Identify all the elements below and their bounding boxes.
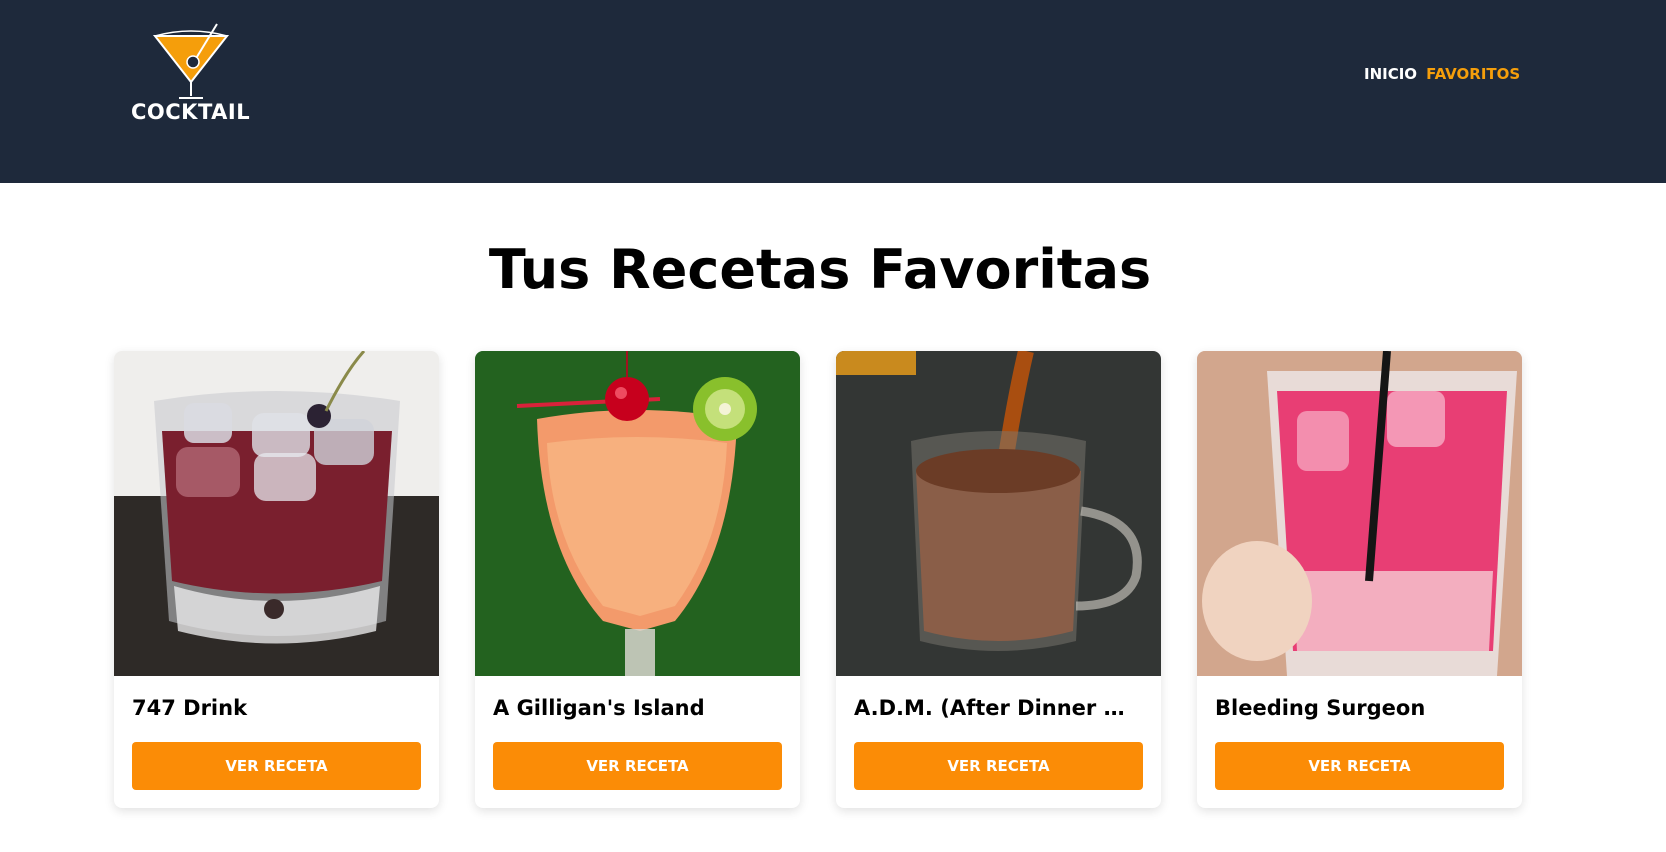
recipe-title: A.D.M. (After Dinner Mint) <box>854 696 1143 720</box>
page-title: Tus Recetas Favoritas <box>488 238 1152 301</box>
recipe-card: Bleeding Surgeon VER RECETA <box>1197 351 1522 808</box>
ver-receta-button[interactable]: VER RECETA <box>132 742 421 790</box>
recipe-title: 747 Drink <box>132 696 248 720</box>
nav-link-favoritos[interactable]: FAVORITOS <box>1426 65 1520 83</box>
logo[interactable]: COCKTAIL <box>131 22 251 128</box>
favorites-grid: 747 Drink VER RECETA A Gilligan's Island… <box>114 351 1522 808</box>
drink-image <box>114 351 439 676</box>
cocktail-glass-icon <box>152 23 230 99</box>
recipe-title: A Gilligan's Island <box>493 696 705 720</box>
recipe-card: A.D.M. (After Dinner Mint) VER RECETA <box>836 351 1161 808</box>
ver-receta-button[interactable]: VER RECETA <box>854 742 1143 790</box>
ver-receta-button[interactable]: VER RECETA <box>1215 742 1504 790</box>
drink-image <box>836 351 1161 676</box>
recipe-card: A Gilligan's Island VER RECETA <box>475 351 800 808</box>
recipe-title: Bleeding Surgeon <box>1215 696 1426 720</box>
site-header: COCKTAIL INICIO FAVORITOS <box>0 0 1666 183</box>
main-nav: INICIO FAVORITOS <box>1364 62 1520 83</box>
ver-receta-button[interactable]: VER RECETA <box>493 742 782 790</box>
nav-link-inicio[interactable]: INICIO <box>1364 65 1417 83</box>
drink-image <box>1197 351 1522 676</box>
logo-text: COCKTAIL <box>131 100 251 124</box>
drink-image <box>475 351 800 676</box>
recipe-card: 747 Drink VER RECETA <box>114 351 439 808</box>
